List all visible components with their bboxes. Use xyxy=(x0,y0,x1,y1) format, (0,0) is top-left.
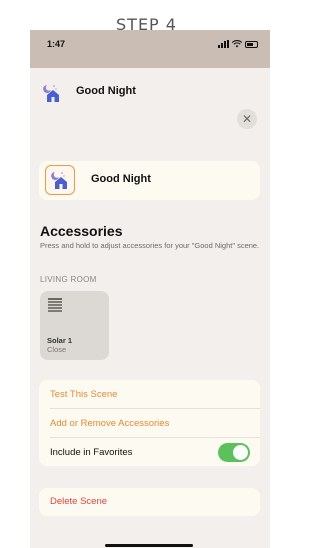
status-bar: 1:47 xyxy=(30,30,270,68)
accessory-tile[interactable]: Solar 1 Close xyxy=(40,291,109,360)
status-time: 1:47 xyxy=(47,39,66,49)
favorites-label: Include in Favorites xyxy=(50,446,133,458)
accessories-heading: Accessories xyxy=(40,223,123,239)
sheet-header: Good Night xyxy=(30,71,270,121)
accessory-name: Solar 1 xyxy=(47,336,73,345)
blinds-icon xyxy=(48,298,62,312)
close-button[interactable]: ✕ xyxy=(237,109,257,129)
favorites-toggle[interactable] xyxy=(218,443,250,462)
night-home-icon xyxy=(51,172,67,189)
accessory-state: Close xyxy=(47,345,67,354)
phone-screen: 1:47 Good Night ✕ Good Night Accessories… xyxy=(30,30,270,548)
battery-icon xyxy=(245,40,258,48)
favorites-row: Include in Favorites xyxy=(39,438,260,466)
scene-actions-card: Test This Scene Add or Remove Accessorie… xyxy=(39,380,260,466)
accessories-description: Press and hold to adjust accessories for… xyxy=(40,241,260,250)
signal-icon xyxy=(218,40,229,48)
status-icons xyxy=(218,39,258,49)
home-indicator xyxy=(105,544,193,547)
scene-icon-button[interactable] xyxy=(45,165,75,195)
wifi-icon xyxy=(232,40,242,48)
test-scene-button[interactable]: Test This Scene xyxy=(39,380,260,408)
toggle-knob xyxy=(233,445,248,460)
scene-sheet: Good Night ✕ Good Night Accessories Pres… xyxy=(30,71,270,548)
delete-scene-card[interactable]: Delete Scene xyxy=(39,488,260,516)
close-icon: ✕ xyxy=(241,112,253,126)
delete-scene-button[interactable]: Delete Scene xyxy=(50,488,107,516)
scene-name: Good Night xyxy=(91,173,151,185)
sheet-title: Good Night xyxy=(76,85,136,97)
scene-name-card[interactable]: Good Night xyxy=(39,161,260,200)
night-home-icon xyxy=(43,85,59,102)
add-remove-accessories-button[interactable]: Add or Remove Accessories xyxy=(39,409,260,437)
room-label: LIVING ROOM xyxy=(40,275,97,284)
